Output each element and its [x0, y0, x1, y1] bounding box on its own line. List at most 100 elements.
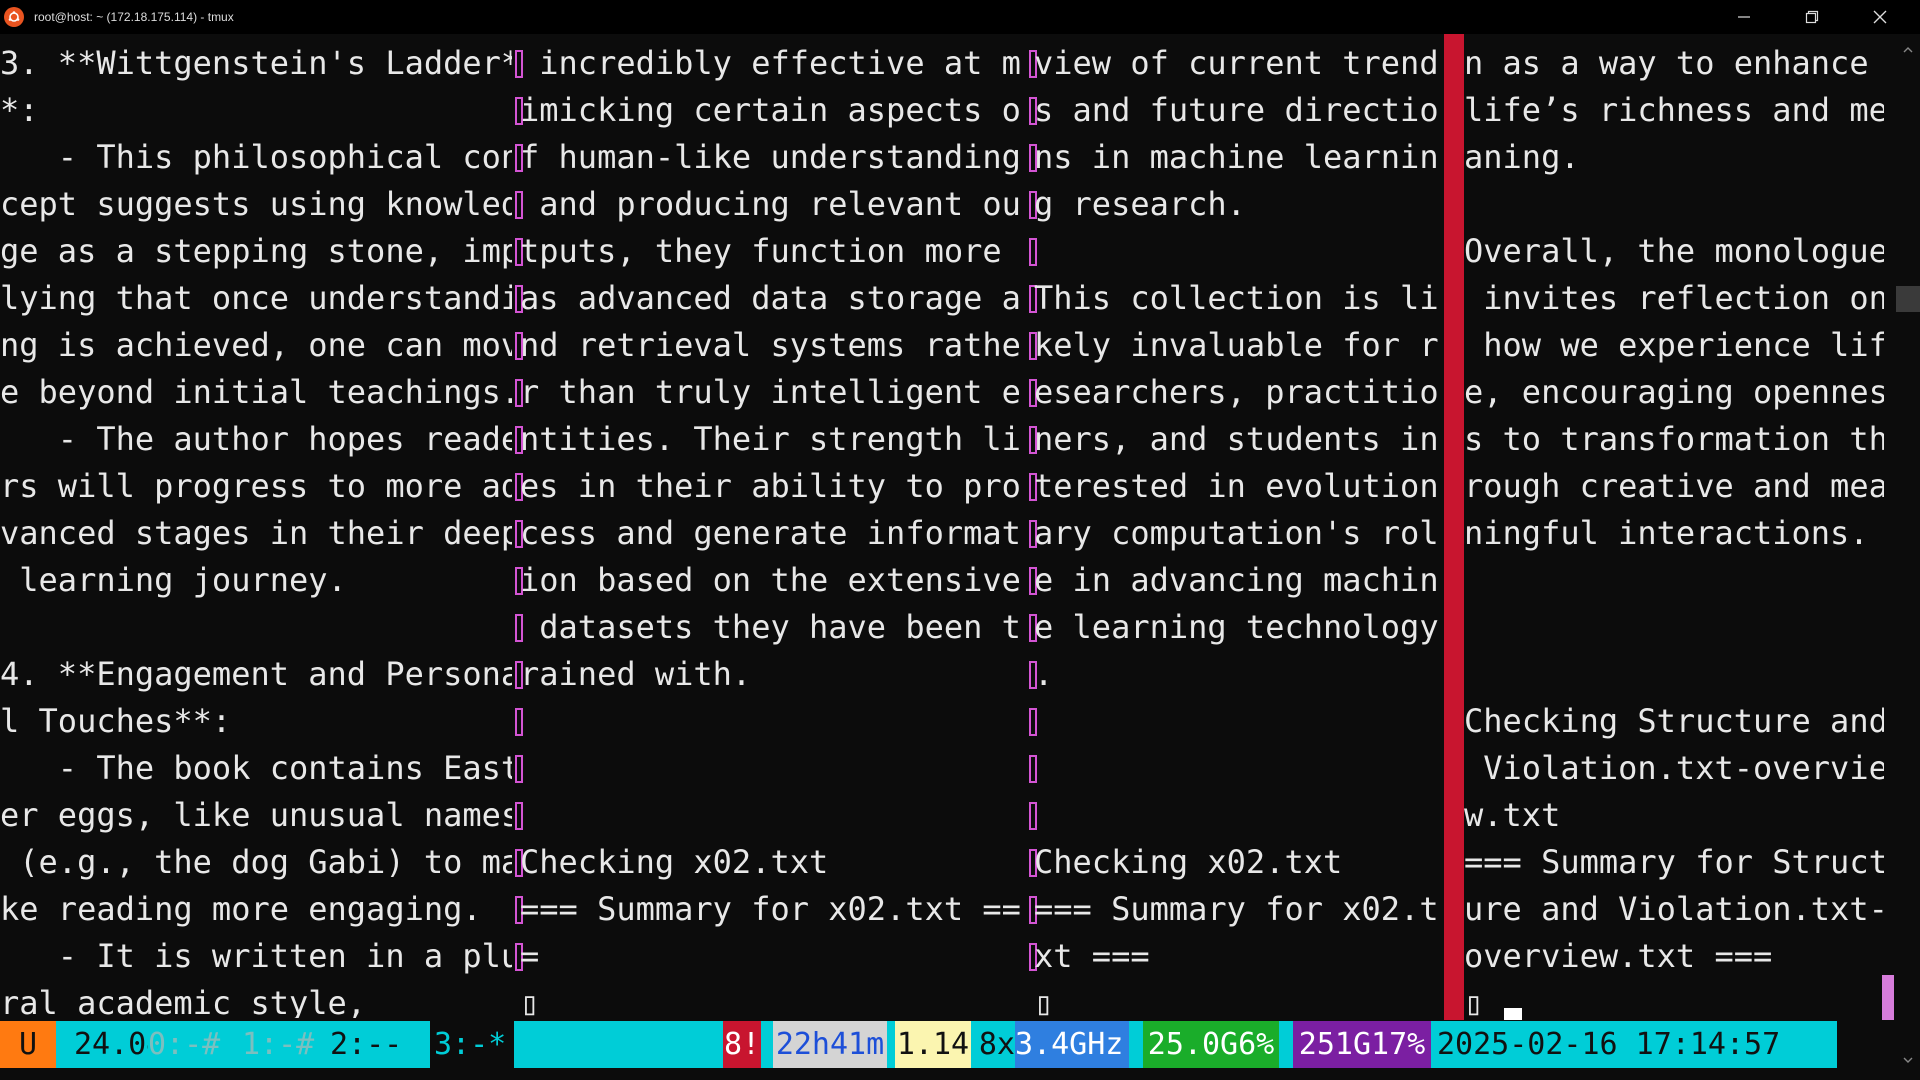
window-tab-3-active[interactable]: 3:-*: [430, 1021, 514, 1068]
terminal-line: e in advancing machin: [1034, 561, 1439, 599]
terminal-line: incredibly effective at m: [520, 44, 1021, 82]
memory-usage: 25.0G6%: [1143, 1021, 1279, 1068]
session-name[interactable]: U: [0, 1021, 56, 1068]
terminal-line: g research.: [1034, 185, 1246, 223]
pane-indicator: [1882, 975, 1894, 1020]
terminal-line: ion based on the extensive: [520, 561, 1021, 599]
scrollbar-thumb[interactable]: [1896, 286, 1920, 312]
terminal-pane-1[interactable]: 3. **Wittgenstein's Ladder* *: - This phi…: [0, 40, 512, 1018]
terminal-line: ningful interactions.: [1464, 514, 1869, 552]
window-titlebar: root@host: ~ (172.18.175.114) - tmux: [0, 0, 1920, 34]
terminal-line: s to transformation th: [1464, 420, 1884, 458]
terminal-line: Checking Structure and: [1464, 702, 1884, 740]
alert-count: 8!: [723, 1021, 761, 1068]
close-button[interactable]: [1850, 0, 1910, 34]
terminal-line: =: [520, 937, 540, 975]
terminal-line: ral academic style,: [0, 984, 367, 1018]
terminal-line: ure and Violation.txt-: [1464, 890, 1884, 928]
active-pane-border[interactable]: [1444, 34, 1464, 1020]
terminal-line: er eggs, like unusual names: [0, 796, 512, 834]
terminal-line: ▯: [1464, 984, 1484, 1018]
terminal-line: ners, and students in: [1034, 420, 1439, 458]
status-gap: [1129, 1021, 1143, 1068]
terminal-line: - The book contains East: [0, 749, 512, 787]
load-average: 1.14: [895, 1021, 971, 1068]
maximize-button[interactable]: [1782, 0, 1842, 34]
status-gap: [887, 1021, 895, 1068]
terminal-line: 4. **Engagement and Persona: [0, 655, 512, 693]
terminal-line: n as a way to enhance: [1464, 44, 1869, 82]
terminal-pane-2[interactable]: incredibly effective at m imicking certai…: [520, 40, 1030, 1018]
terminal-line: vanced stages in their deep: [0, 514, 512, 552]
uptime: 22h41m: [773, 1021, 887, 1068]
maximize-icon: [1805, 10, 1819, 24]
terminal-line: Overall, the monologue: [1464, 232, 1884, 270]
ubuntu-icon[interactable]: [4, 7, 24, 27]
close-icon: [1873, 10, 1887, 24]
terminal-line: s and future directio: [1034, 91, 1439, 129]
terminal-line: ▯: [1034, 984, 1054, 1018]
scroll-up-arrow-icon[interactable]: [1898, 40, 1918, 60]
window-tab-1[interactable]: 1:-#: [242, 1021, 330, 1068]
terminal-pane-3[interactable]: view of current trend s and future direct…: [1034, 40, 1442, 1018]
disk-usage: 251G17%: [1293, 1021, 1431, 1068]
terminal-pane-4[interactable]: n as a way to enhance life’s richness and…: [1464, 40, 1884, 1018]
terminal-line: ng is achieved, one can mov: [0, 326, 512, 364]
terminal-line: e learning technology: [1034, 608, 1439, 646]
terminal-line: es in their ability to pro: [520, 467, 1021, 505]
terminal-line: === Summary for x02.t: [1034, 890, 1439, 928]
terminal-line: rained with.: [520, 655, 752, 693]
terminal-line: invites reflection on: [1464, 279, 1884, 317]
terminal-line: nd retrieval systems rathe: [520, 326, 1021, 364]
terminal-line: esearchers, practitio: [1034, 373, 1439, 411]
window-tab-2[interactable]: 2:--: [330, 1021, 430, 1068]
terminal-line: .: [1034, 655, 1054, 693]
terminal-line: Checking x02.txt: [520, 843, 829, 881]
terminal-line: r than truly intelligent e: [520, 373, 1021, 411]
terminal-line: e beyond initial teachings.: [0, 373, 512, 411]
scroll-down-arrow-icon[interactable]: [1898, 1050, 1918, 1070]
terminal-line: ke reading more engaging.: [0, 890, 482, 928]
terminal-line: === Summary for Struct: [1464, 843, 1884, 881]
terminal-line: ▯: [520, 984, 540, 1018]
status-gap: [761, 1021, 773, 1068]
terminal-line: rs will progress to more ad: [0, 467, 512, 505]
terminal-line: xt ===: [1034, 937, 1150, 975]
window-tab-0[interactable]: 0:-#: [148, 1021, 242, 1068]
terminal-line: *:: [0, 91, 39, 129]
terminal-line: tputs, they function more: [520, 232, 1002, 270]
date-time: 2025-02-16 17:14:57: [1431, 1021, 1837, 1068]
terminal-line: w.txt: [1464, 796, 1561, 834]
terminal-line: how we experience lif: [1464, 326, 1884, 364]
window-title: root@host: ~ (172.18.175.114) - tmux: [34, 10, 234, 24]
terminal-line: 3. **Wittgenstein's Ladder*: [0, 44, 512, 82]
terminal-line: terested in evolution: [1034, 467, 1439, 505]
terminal-line: datasets they have been t: [520, 608, 1021, 646]
terminal-line: - It is written in a plu: [0, 937, 512, 975]
status-gap: [1279, 1021, 1293, 1068]
os-version: 24.04: [56, 1021, 164, 1068]
terminal-line: ge as a stepping stone, imp: [0, 232, 512, 270]
terminal-line: life’s richness and me: [1464, 91, 1884, 129]
cpu-frequency: 3.4GHz: [1015, 1021, 1129, 1068]
terminal-line: ntities. Their strength li: [520, 420, 1021, 458]
terminal-line: as advanced data storage a: [520, 279, 1021, 317]
terminal-line: - This philosophical con: [0, 138, 512, 176]
minimize-button[interactable]: [1714, 0, 1774, 34]
terminal-line: learning journey.: [0, 561, 347, 599]
terminal-line: aning.: [1464, 138, 1580, 176]
terminal-line: cept suggests using knowled: [0, 185, 512, 223]
terminal-line: Checking x02.txt: [1034, 843, 1343, 881]
terminal-line: e, encouraging opennes: [1464, 373, 1884, 411]
terminal-line: lying that once understandi: [0, 279, 512, 317]
terminal-line: imicking certain aspects o: [520, 91, 1021, 129]
